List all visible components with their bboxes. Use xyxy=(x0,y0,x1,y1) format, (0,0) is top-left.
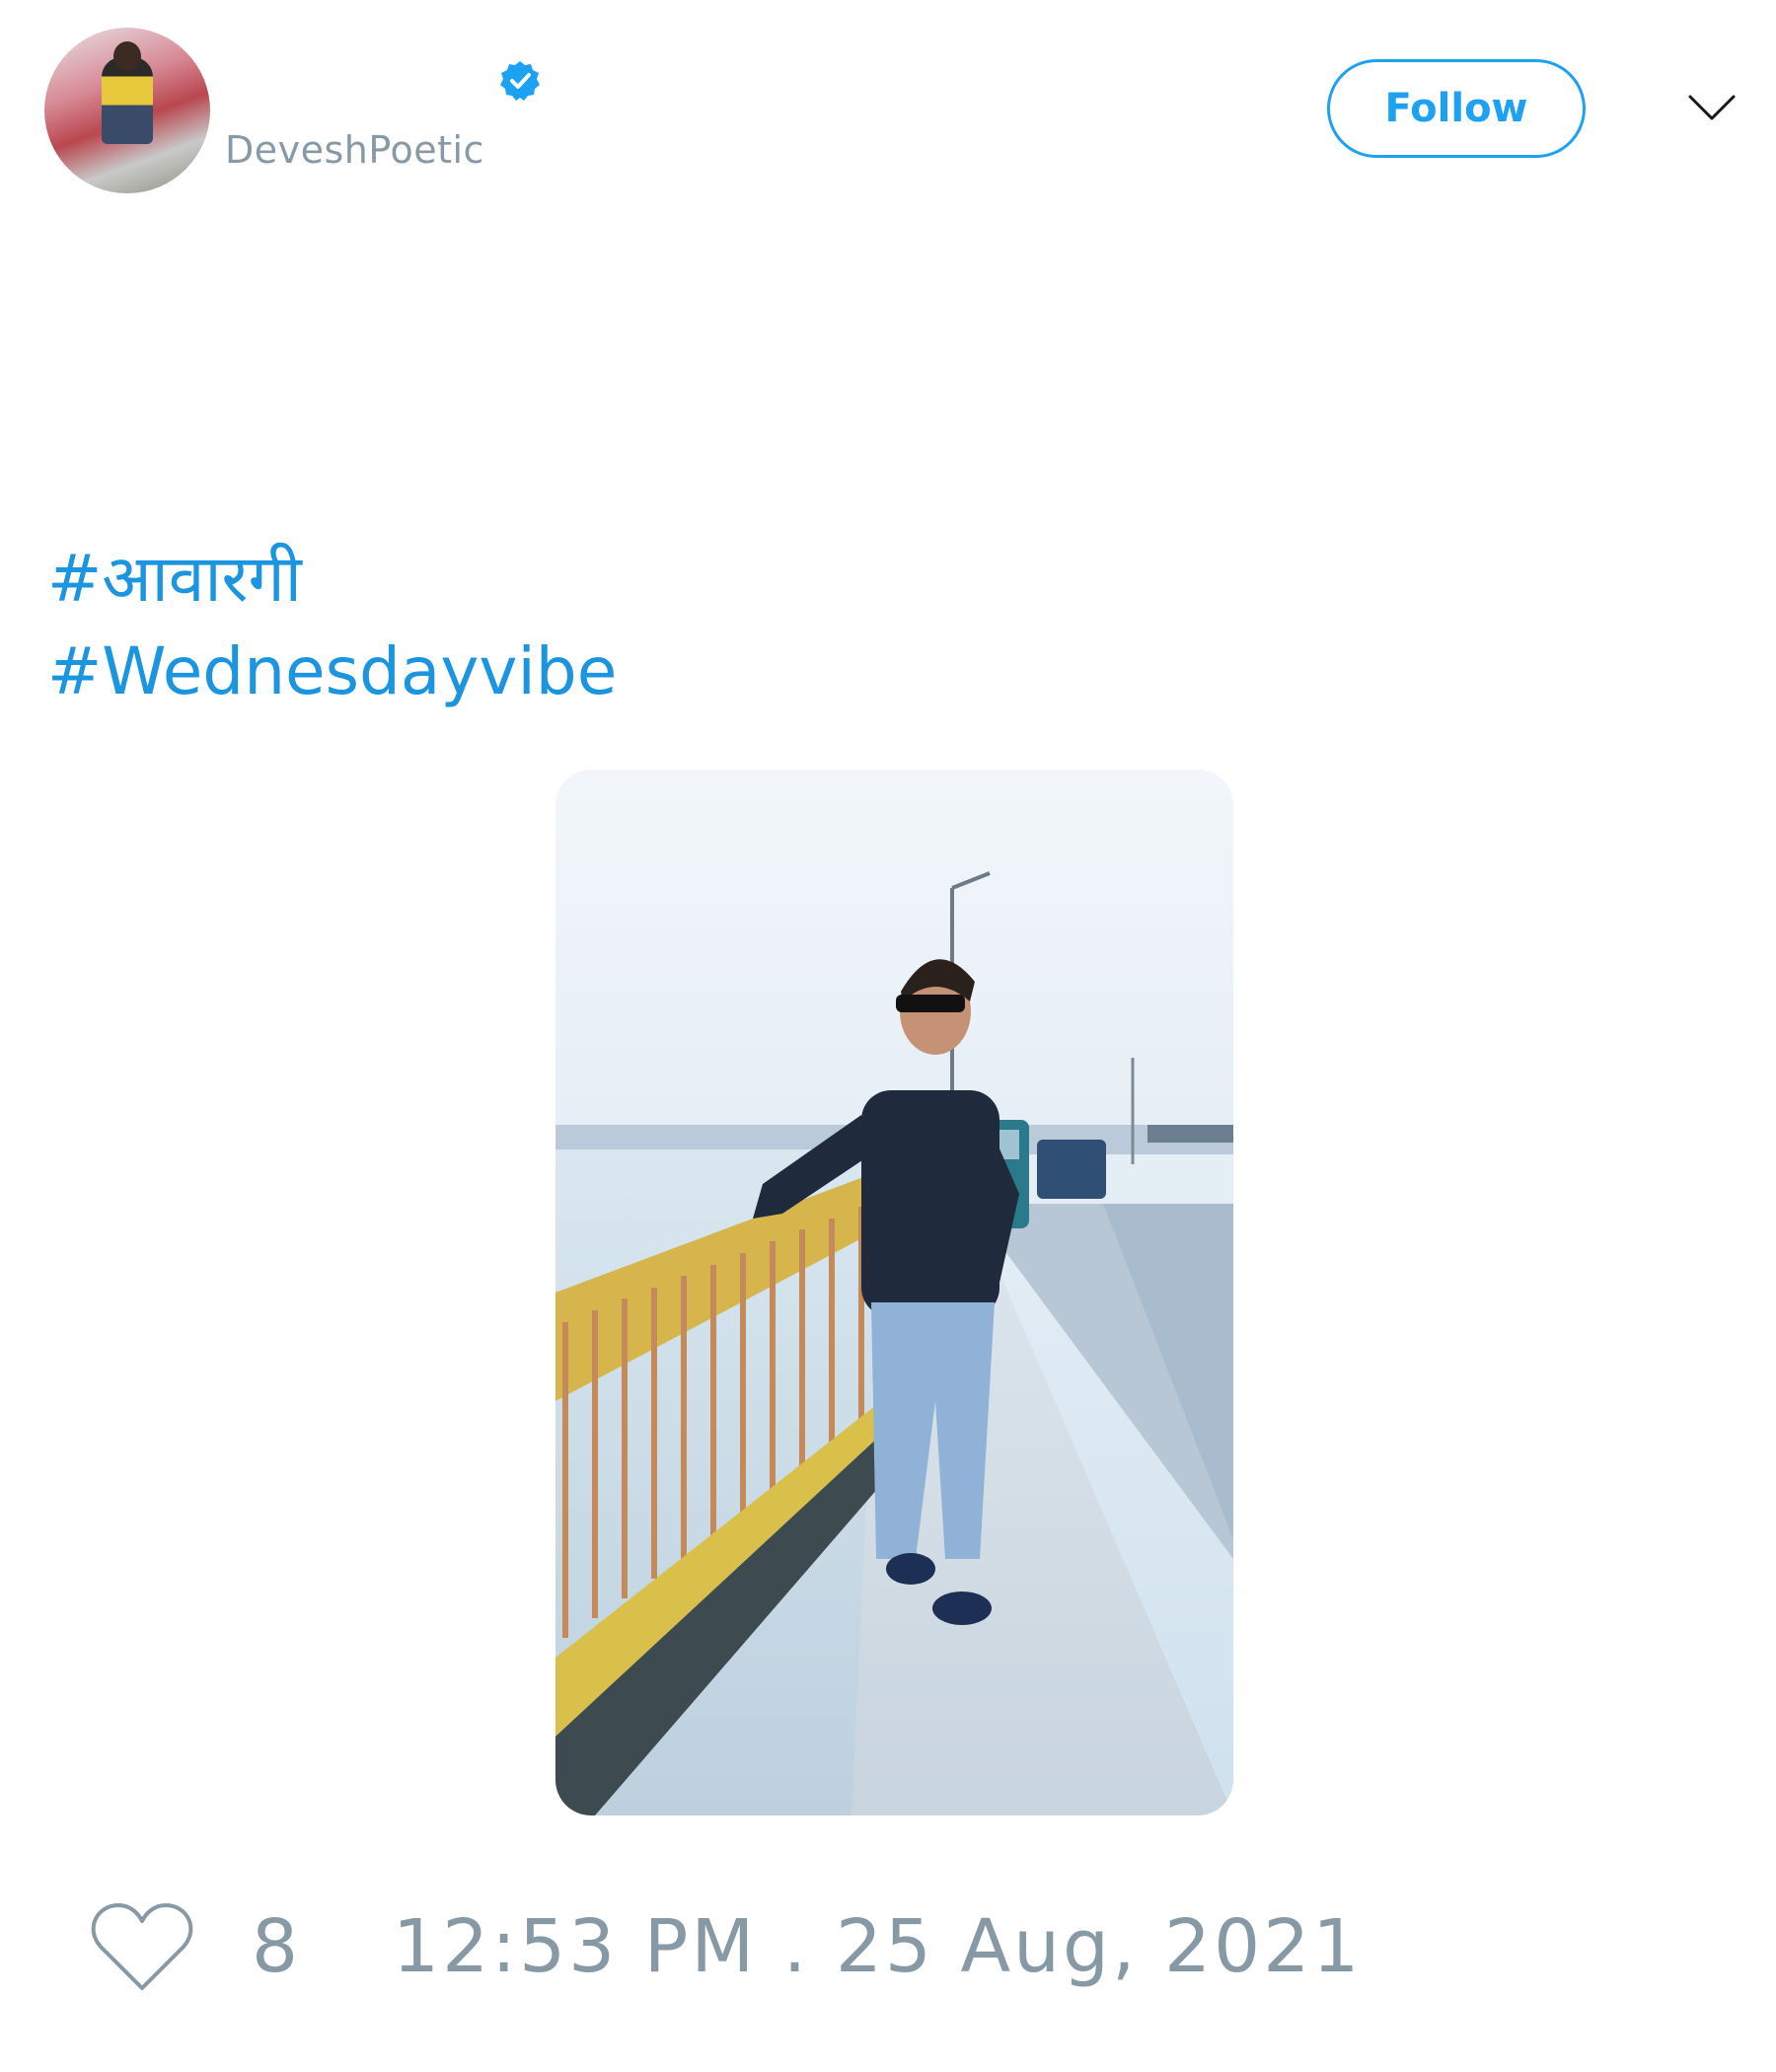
author-username[interactable]: DeveshPoetic xyxy=(225,128,484,172)
chevron-down-icon[interactable] xyxy=(1687,91,1737,124)
tweet-text: #आवारगी #Wednesdayvibe xyxy=(47,533,617,718)
heart-outline-icon[interactable] xyxy=(89,1899,195,1994)
hashtag-link[interactable]: #आवारगी xyxy=(47,533,617,626)
author-avatar[interactable] xyxy=(44,28,210,193)
tweet-photo[interactable] xyxy=(555,770,1233,1815)
author-display-name[interactable] xyxy=(225,59,491,93)
like-count: 8 xyxy=(252,1904,299,1989)
follow-button[interactable]: Follow xyxy=(1327,59,1586,158)
tweet-timestamp[interactable]: 12:53 PM . 25 Aug, 2021 xyxy=(393,1902,1362,1991)
hashtag-link[interactable]: #Wednesdayvibe xyxy=(47,626,617,718)
photo-scene xyxy=(555,770,1233,1815)
avatar-head xyxy=(113,41,141,71)
verified-badge-icon xyxy=(500,61,540,101)
